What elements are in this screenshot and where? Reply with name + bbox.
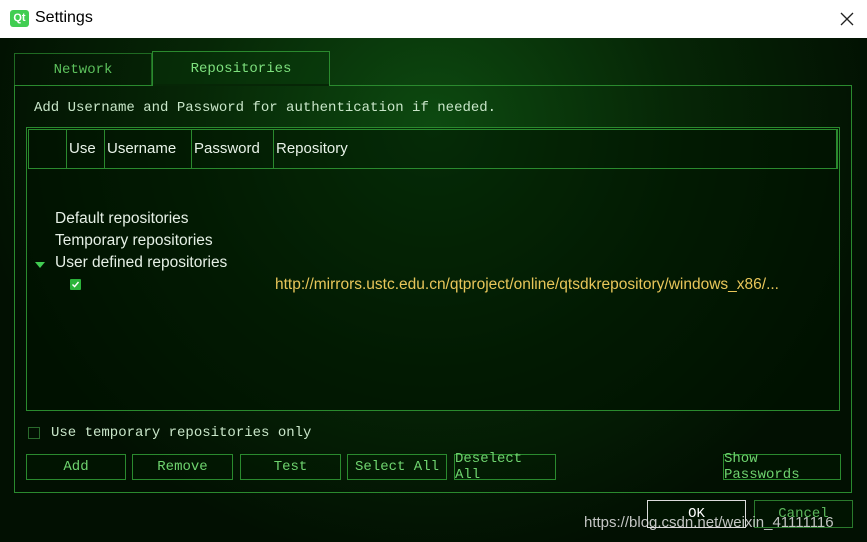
select-all-button[interactable]: Select All: [347, 454, 447, 480]
auth-hint-text: Add Username and Password for authentica…: [34, 100, 497, 116]
column-header-use[interactable]: Use: [67, 130, 105, 168]
tab-repositories[interactable]: Repositories: [152, 51, 330, 85]
qt-logo-icon: Qt: [10, 10, 29, 27]
group-user-defined-repositories[interactable]: User defined repositories: [55, 254, 227, 272]
close-icon: [840, 12, 853, 26]
title-bar: Qt Settings: [0, 0, 867, 39]
column-header-password[interactable]: Password: [192, 130, 274, 168]
settings-window: Qt Settings Network Repositories Add Use…: [0, 0, 867, 542]
deselect-all-button[interactable]: Deselect All: [454, 451, 556, 483]
show-passwords-button[interactable]: Show Passwords: [723, 451, 841, 483]
repositories-tree[interactable]: Use Username Password Repository Default…: [26, 127, 840, 411]
repository-url[interactable]: http://mirrors.ustc.edu.cn/qtproject/onl…: [275, 276, 839, 294]
remove-button[interactable]: Remove: [132, 454, 233, 480]
expand-arrow-icon[interactable]: [35, 262, 45, 268]
column-header-username[interactable]: Username: [105, 130, 192, 168]
close-button[interactable]: [826, 0, 867, 38]
tab-network[interactable]: Network: [14, 53, 152, 85]
tree-header: Use Username Password Repository: [28, 129, 838, 169]
temporary-only-checkbox[interactable]: [28, 427, 40, 439]
group-default-repositories[interactable]: Default repositories: [55, 210, 189, 228]
temporary-only-label: Use temporary repositories only: [51, 425, 312, 441]
checkmark-icon: [72, 281, 80, 288]
column-header-repository[interactable]: Repository: [274, 130, 837, 168]
use-checkbox[interactable]: [70, 279, 81, 290]
window-title: Settings: [35, 9, 93, 26]
watermark-text: https://blog.csdn.net/weixin_41111116: [584, 514, 834, 531]
active-tab-joint: [153, 84, 329, 86]
test-button[interactable]: Test: [240, 454, 341, 480]
column-header-expander[interactable]: [29, 130, 67, 168]
group-temporary-repositories[interactable]: Temporary repositories: [55, 232, 213, 250]
add-button[interactable]: Add: [26, 454, 126, 480]
dialog-body: Network Repositories Add Username and Pa…: [0, 38, 867, 542]
